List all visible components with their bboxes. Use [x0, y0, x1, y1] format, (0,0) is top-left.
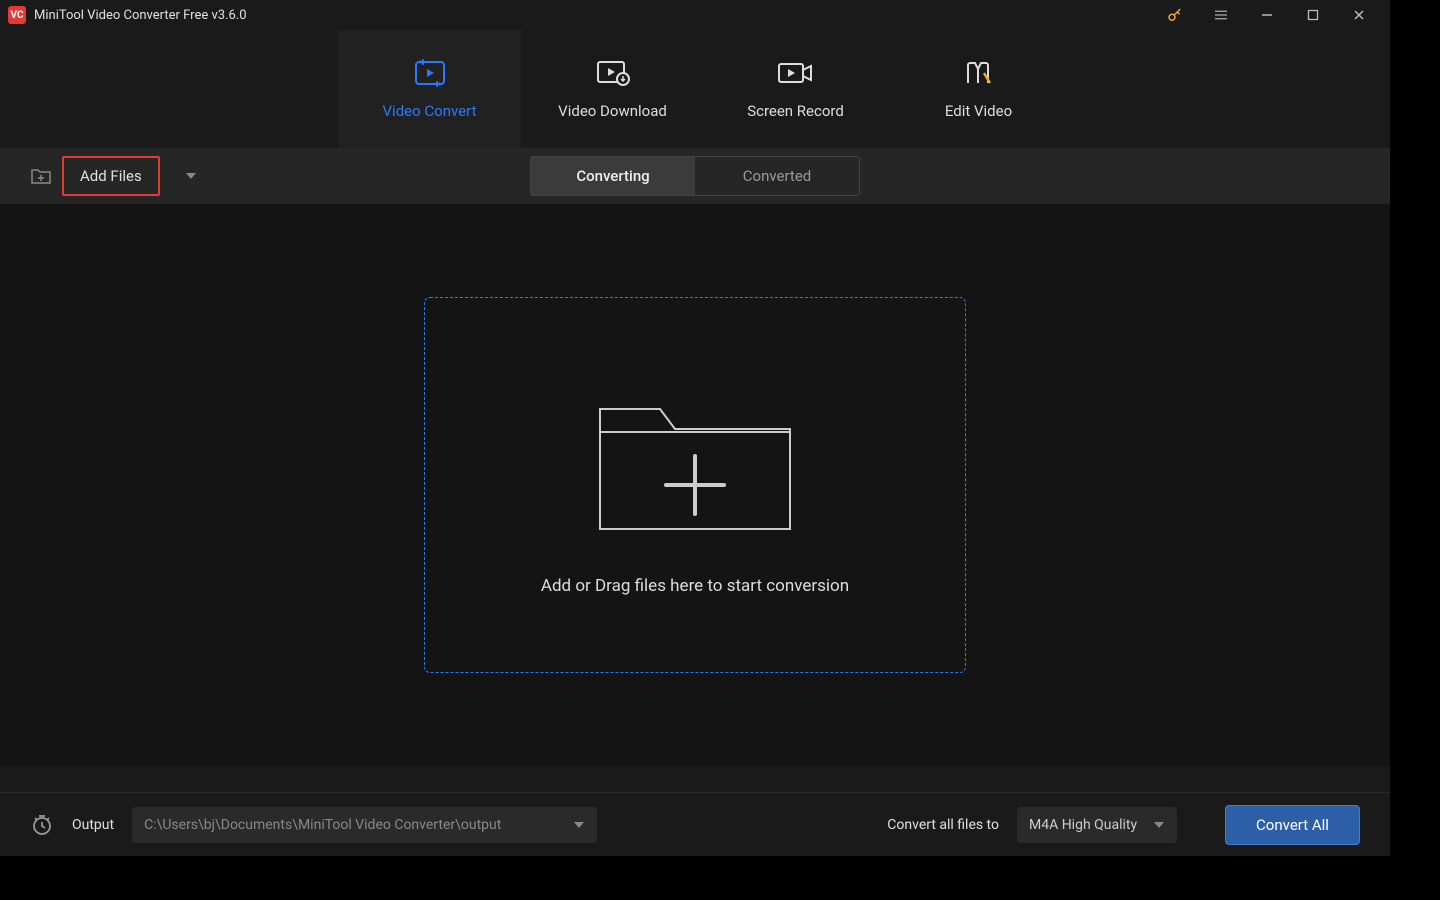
sub-tab-converting[interactable]: Converting: [531, 157, 695, 195]
folder-plus-icon: [590, 374, 800, 544]
edit-icon: [964, 58, 994, 88]
tab-edit-video-label: Edit Video: [945, 102, 1012, 120]
add-files-button[interactable]: Add Files: [62, 156, 160, 196]
add-files-group: Add Files: [30, 156, 198, 196]
sub-tabs: Converting Converted: [530, 156, 860, 196]
dropzone-text: Add or Drag files here to start conversi…: [541, 576, 849, 596]
titlebar-right: [1152, 0, 1382, 30]
convert-target-select[interactable]: M4A High Quality: [1017, 807, 1177, 843]
chevron-down-icon: [573, 821, 585, 829]
output-label: Output: [72, 817, 114, 833]
app-title: MiniTool Video Converter Free v3.6.0: [34, 8, 247, 23]
app-window: VC MiniTool Video Converter Free v3.6.0: [0, 0, 1390, 856]
minimize-button[interactable]: [1244, 0, 1290, 30]
record-icon: [777, 58, 815, 88]
chevron-down-icon: [1153, 821, 1165, 829]
output-path-value: C:\Users\bj\Documents\MiniTool Video Con…: [144, 817, 501, 833]
app-logo-icon: VC: [8, 6, 26, 24]
convert-icon: [413, 58, 447, 88]
folder-add-icon[interactable]: [30, 166, 52, 186]
main-tabs: Video Convert Video Download Screen Reco…: [0, 30, 1390, 148]
license-key-icon[interactable]: [1152, 0, 1198, 30]
tab-video-download-label: Video Download: [558, 102, 667, 120]
titlebar-left: VC MiniTool Video Converter Free v3.6.0: [8, 6, 247, 24]
maximize-button[interactable]: [1290, 0, 1336, 30]
convert-all-button[interactable]: Convert All: [1225, 805, 1360, 845]
convert-target-value: M4A High Quality: [1029, 817, 1137, 833]
toolbar: Add Files Converting Converted: [0, 148, 1390, 204]
tab-edit-video[interactable]: Edit Video: [887, 30, 1070, 148]
dropzone[interactable]: Add or Drag files here to start conversi…: [424, 297, 966, 673]
output-path-select[interactable]: C:\Users\bj\Documents\MiniTool Video Con…: [132, 807, 597, 843]
menu-icon[interactable]: [1198, 0, 1244, 30]
tab-screen-record-label: Screen Record: [747, 102, 844, 120]
tab-video-download[interactable]: Video Download: [521, 30, 704, 148]
tab-screen-record[interactable]: Screen Record: [704, 30, 887, 148]
footer: Output C:\Users\bj\Documents\MiniTool Vi…: [0, 792, 1390, 856]
convert-all-files-to-label: Convert all files to: [887, 817, 999, 833]
tab-video-convert[interactable]: Video Convert: [338, 30, 521, 148]
titlebar: VC MiniTool Video Converter Free v3.6.0: [0, 0, 1390, 30]
sub-tab-converted[interactable]: Converted: [695, 157, 859, 195]
download-icon: [596, 58, 630, 88]
content-area: Add or Drag files here to start conversi…: [0, 204, 1390, 766]
close-button[interactable]: [1336, 0, 1382, 30]
schedule-icon[interactable]: [30, 813, 54, 837]
tab-video-convert-label: Video Convert: [383, 102, 477, 120]
add-files-dropdown-icon[interactable]: [184, 171, 198, 181]
